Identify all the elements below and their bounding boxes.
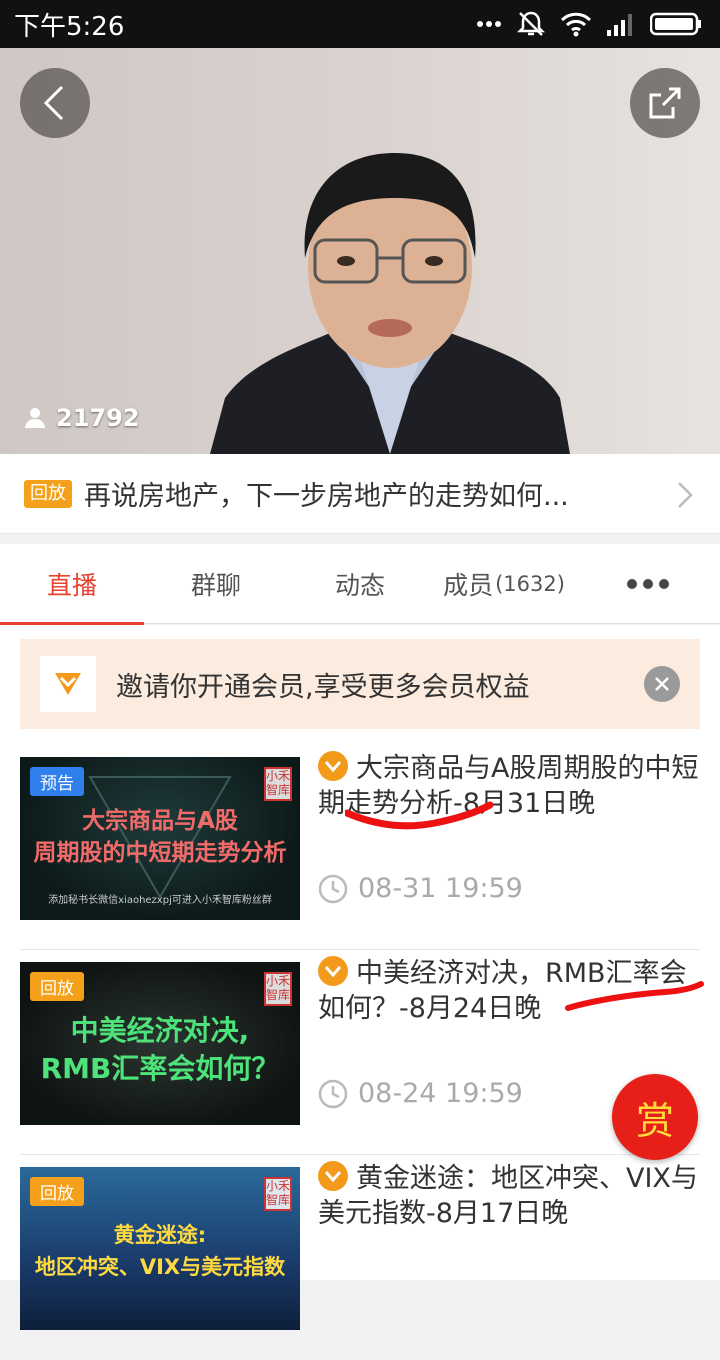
item-title-text: 大宗商品与A股周期股的中短期走势分析-8月31日晚 [318, 753, 699, 819]
status-icons [476, 10, 702, 38]
replay-tag: 回放 [24, 479, 72, 508]
live-list: 邀请你开通会员,享受更多会员权益 预告 小禾 智库 大宗商品与A股 周期股的中短期… [0, 625, 720, 1330]
thumbnail-title-line2: 周期股的中短期走势分析 [33, 840, 287, 866]
reward-button-label: 赏 [635, 1098, 674, 1143]
item-thumbnail: 回放 小禾 智库 中美经济对决, RMB汇率会如何？ [20, 962, 300, 1125]
close-icon [655, 677, 669, 691]
item-title: 大宗商品与A股周期股的中短期走势分析-8月31日晚 [318, 751, 708, 821]
item-thumbnail: 回放 小禾 智库 黄金迷途: 地区冲突、VIX与美元指数 [20, 1167, 300, 1330]
item-time-text: 08-24 19:59 [358, 1078, 523, 1109]
back-button[interactable] [20, 68, 90, 138]
item-thumbnail: 预告 小禾 智库 大宗商品与A股 周期股的中短期走势分析 添加秘书长微信xiaoh… [20, 757, 300, 920]
tab-moments-label: 动态 [334, 571, 385, 600]
tab-bar: 直播 群聊 动态 成员 (1632) [0, 544, 720, 625]
thumbnail-title-line1: 大宗商品与A股 [82, 808, 238, 834]
thumbnail-title-line1: 黄金迷途: [113, 1223, 207, 1247]
thumbnail-title-line1: 中美经济对决, [70, 1014, 250, 1047]
item-status-badge: 回放 [30, 972, 84, 1001]
membership-banner[interactable]: 邀请你开通会员,享受更多会员权益 [20, 639, 700, 729]
item-title-text: 黄金迷途：地区冲突、VIX与美元指数-8月17日晚 [318, 1163, 698, 1229]
item-title-text: 中美经济对决，RMB汇率会如何？-8月24日晚 [318, 958, 687, 1024]
item-time-text: 08-31 19:59 [358, 873, 523, 904]
live-title-bar[interactable]: 回放 再说房地产，下一步房地产的走势如何... [0, 454, 720, 534]
share-icon [649, 87, 681, 119]
more-dots-icon [476, 20, 502, 28]
tab-live[interactable]: 直播 [0, 544, 144, 625]
clock-icon [318, 1079, 348, 1108]
tab-group-chat[interactable]: 群聊 [144, 544, 288, 624]
brand-seal: 小禾 智库 [264, 767, 292, 801]
share-button[interactable] [630, 68, 700, 138]
tab-group-chat-label: 群聊 [190, 571, 241, 600]
thumbnail-title-line2: 地区冲突、VIX与美元指数 [34, 1255, 286, 1279]
thumbnail-title: 中美经济对决, RMB汇率会如何？ [20, 1012, 300, 1088]
item-status-badge: 回放 [30, 1177, 84, 1206]
close-banner-button[interactable] [644, 666, 680, 702]
tab-moments[interactable]: 动态 [288, 544, 432, 624]
tab-members[interactable]: 成员 (1632) [432, 544, 576, 624]
signal-icon [606, 12, 636, 36]
live-title: 再说房地产，下一步房地产的走势如何... [84, 481, 569, 512]
item-title: 黄金迷途：地区冲突、VIX与美元指数-8月17日晚 [318, 1161, 708, 1231]
presenter-image [210, 153, 570, 454]
viewer-count: 21792 [24, 404, 140, 432]
thumbnail-subtitle: 添加秘书长微信xiaohezxpj可进入小禾智库粉丝群 [48, 895, 272, 906]
list-item[interactable]: 预告 小禾 智库 大宗商品与A股 周期股的中短期走势分析 添加秘书长微信xiaoh… [0, 745, 720, 950]
thumbnail-title-line2: RMB汇率会如何？ [40, 1052, 280, 1085]
viewer-count-value: 21792 [56, 404, 140, 432]
vip-v-icon [318, 751, 348, 781]
user-icon [25, 408, 45, 428]
status-bar: 下午5:26 [0, 0, 720, 48]
vip-v-icon [318, 1161, 348, 1191]
item-time: 08-31 19:59 [318, 873, 523, 904]
tab-members-label: 成员 [443, 571, 494, 600]
wifi-icon [560, 11, 592, 37]
chevron-left-icon [43, 85, 64, 121]
tab-live-label: 直播 [46, 571, 97, 600]
item-time: 08-24 19:59 [318, 1078, 523, 1109]
item-status-badge: 预告 [30, 767, 84, 796]
item-title: 中美经济对决，RMB汇率会如何？-8月24日晚 [318, 956, 708, 1026]
clock-icon [318, 874, 348, 903]
vip-icon [40, 656, 96, 712]
mute-icon [516, 10, 546, 38]
thumbnail-title: 黄金迷途: 地区冲突、VIX与美元指数 [20, 1219, 300, 1283]
reward-button[interactable]: 赏 [612, 1074, 698, 1160]
tab-members-count: (1632) [495, 572, 565, 596]
status-time: 下午5:26 [14, 11, 125, 42]
more-tabs-button[interactable] [576, 544, 720, 624]
vip-v-icon [318, 956, 348, 986]
battery-icon [650, 12, 702, 36]
brand-seal: 小禾 智库 [264, 1177, 292, 1211]
membership-banner-text: 邀请你开通会员,享受更多会员权益 [116, 671, 530, 703]
more-dots-icon [627, 579, 669, 589]
chevron-right-icon [678, 482, 693, 508]
brand-seal: 小禾 智库 [264, 972, 292, 1006]
thumbnail-title: 大宗商品与A股 周期股的中短期走势分析 [20, 805, 300, 869]
list-item[interactable]: 回放 小禾 智库 黄金迷途: 地区冲突、VIX与美元指数 黄金迷途：地区冲突、VI… [0, 1155, 720, 1360]
video-player[interactable]: 21792 [0, 48, 720, 454]
